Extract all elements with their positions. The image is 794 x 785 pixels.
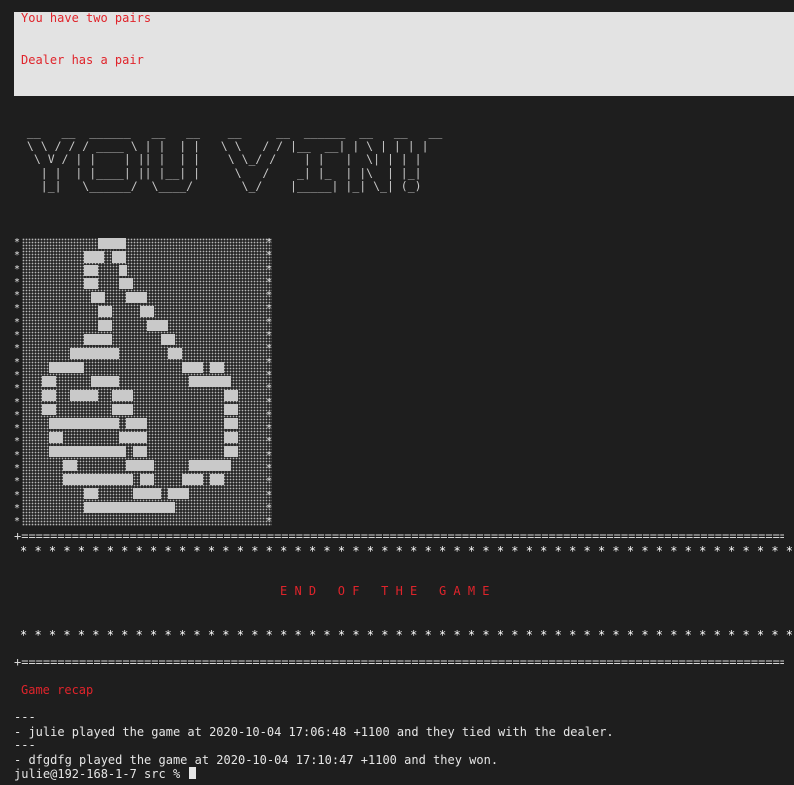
card-glyph-block [133,488,161,499]
card-glyph-block [84,488,98,499]
card-glyph-block [210,474,224,485]
card-glyph-block [182,474,203,485]
card-glyph-block [49,432,63,443]
card-glyph-block [182,362,203,373]
card-glyph-block [189,376,231,387]
card-glyph-block [189,460,231,471]
card-glyph-block [84,334,112,345]
card-glyph-block [126,292,147,303]
card-glyph-block [224,446,238,457]
card-border-right: * * * * * * * * * * * * * * * * * * * * … [266,237,273,528]
recap-entry: - dfgdfg played the game at 2020-10-04 1… [14,753,499,767]
card-border-left: * * * * * * * * * * * * * * * * * * * * … [14,237,21,528]
card-glyph-block [98,306,112,317]
card-glyph-block [224,404,238,415]
card-glyph-block [119,278,133,289]
card-glyph-block [168,348,182,359]
card-glyph-block [70,348,119,359]
text-cursor [189,767,197,779]
game-recap-title: Game recap [21,683,94,697]
card-glyph-block [63,460,77,471]
card-glyph-block [42,390,56,401]
card-glyph-block [70,390,98,401]
card-glyph-block [42,376,56,387]
card-glyph-block [133,446,147,457]
card-glyph-block [168,488,189,499]
separator-top: +=======================================… [14,532,784,540]
card-art: * * * * * * * * * * * * * * * * * * * * … [14,236,276,530]
dealer-hand-message: Dealer has a pair [21,53,144,67]
player-hand-message: You have two pairs [21,11,152,25]
card-glyph-block [119,432,147,443]
star-row-top: * * * * * * * * * * * * * * * * * * * * … [20,544,794,558]
card-glyph-block [210,362,224,373]
card-glyph-block [112,404,133,415]
card-glyph-block [224,432,238,443]
card-glyph-block [161,334,175,345]
card-glyph-block [147,320,168,331]
card-glyph-block [140,474,154,485]
card-glyph-block [126,418,147,429]
card-glyph-block [84,251,104,263]
card-glyph-block [91,376,119,387]
card-glyph-block [84,265,98,276]
card-glyph-block [98,320,112,331]
card-glyph-block [84,278,98,289]
card-glyph-block [91,292,105,303]
prompt-text: julie@192-168-1-7 src % [14,767,188,781]
shell-prompt[interactable]: julie@192-168-1-7 src % [14,767,197,781]
you-win-banner: __ __ ______ __ __ __ __ ______ __ __ __… [26,125,443,194]
card-glyph-block [49,362,84,373]
card-glyph-block [112,251,126,263]
card-glyph-block [42,404,56,415]
hand-result-panel: You have two pairs Dealer has a pair [14,11,794,96]
card-glyph-block [224,418,238,429]
card-glyph-block [224,390,238,401]
recap-divider: --- [14,710,36,724]
card-glyph-block [84,502,175,513]
card-glyph-block [49,418,119,429]
end-of-game-title: E N D O F T H E G A M E [280,584,490,598]
star-row-bottom: * * * * * * * * * * * * * * * * * * * * … [20,628,794,642]
card-glyph-block [63,474,133,485]
separator-bottom: +=======================================… [14,658,784,666]
card-glyph-block [98,238,126,249]
recap-entry: - julie played the game at 2020-10-04 17… [14,725,614,739]
card-glyph-block [119,265,127,276]
card-glyph-block [112,390,133,401]
card-glyph-block [126,460,154,471]
recap-divider: --- [14,738,36,752]
card-glyph-block [49,446,126,457]
card-glyph-block [140,306,154,317]
